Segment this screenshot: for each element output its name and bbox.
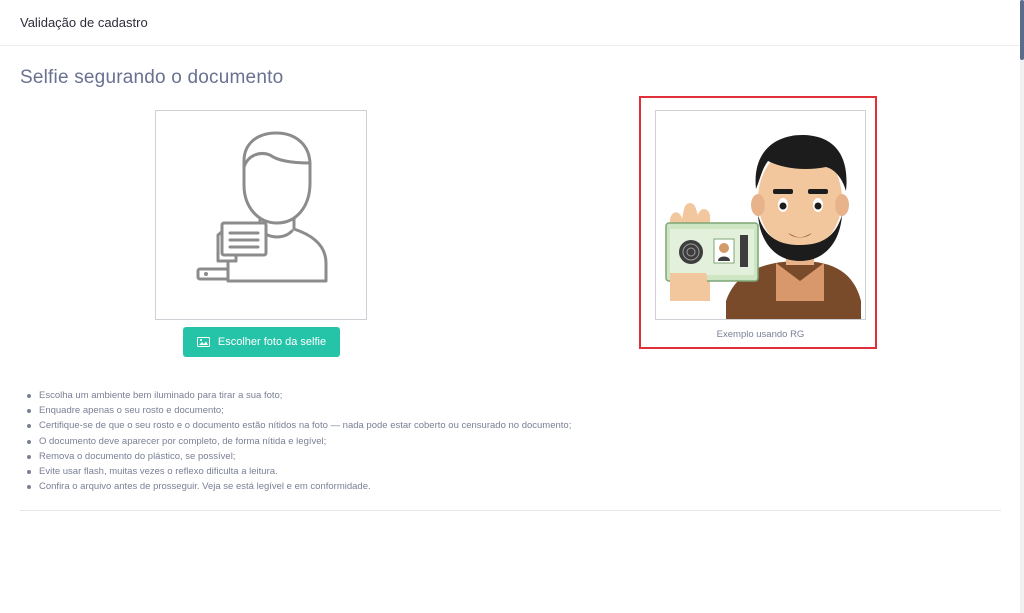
example-caption: Exemplo usando RG	[716, 329, 805, 340]
man-holding-id-illustration	[665, 135, 861, 319]
divider	[20, 510, 1001, 511]
example-image	[655, 110, 866, 320]
tip-item: Certifique-se de que o seu rosto e o doc…	[26, 418, 571, 433]
image-icon	[196, 337, 210, 347]
page: Validação de cadastro Selfie segurando o…	[0, 0, 1024, 613]
choose-selfie-button-label: Escolher foto da selfie	[217, 336, 327, 348]
tip-item: O documento deve aparecer por completo, …	[26, 434, 571, 449]
selfie-preview[interactable]	[155, 110, 367, 320]
tips-list: Escolha um ambiente bem iluminado para t…	[26, 388, 571, 494]
page-header-title: Validação de cadastro	[20, 15, 148, 30]
person-with-document-icon	[196, 131, 328, 283]
tip-item: Remova o documento do plástico, se possí…	[26, 449, 571, 464]
scrollbar-thumb[interactable]	[1020, 0, 1024, 60]
tip-item: Evite usar flash, muitas vezes o reflexo…	[26, 464, 571, 479]
top-bar: Validação de cadastro	[0, 0, 1020, 46]
scrollbar[interactable]	[1020, 0, 1024, 613]
tip-item: Escolha um ambiente bem iluminado para t…	[26, 388, 571, 403]
tip-item: Confira o arquivo antes de prosseguir. V…	[26, 479, 571, 494]
choose-selfie-button[interactable]: Escolher foto da selfie	[183, 327, 340, 357]
section-title: Selfie segurando o documento	[20, 67, 284, 88]
tip-item: Enquadre apenas o seu rosto e documento;	[26, 403, 571, 418]
